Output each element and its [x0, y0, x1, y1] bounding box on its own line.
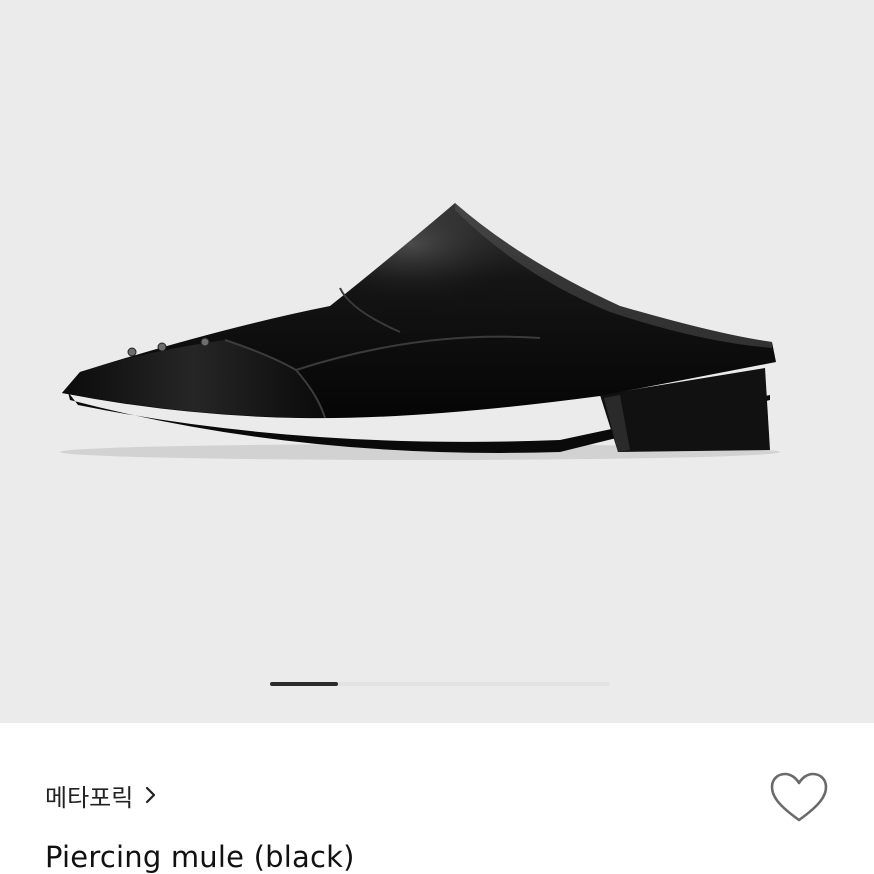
- product-title: Piercing mule (black): [45, 840, 355, 874]
- store-name: 메타포릭: [45, 783, 134, 812]
- chevron-right-icon: [146, 786, 156, 804]
- pager-active-thumb: [270, 682, 338, 686]
- store-link[interactable]: 메타포릭: [45, 775, 163, 815]
- image-pager-indicator: [270, 682, 610, 686]
- product-image-gallery[interactable]: [0, 0, 874, 723]
- product-photo-black-mule: [60, 203, 780, 460]
- heart-outline-icon[interactable]: [768, 770, 830, 826]
